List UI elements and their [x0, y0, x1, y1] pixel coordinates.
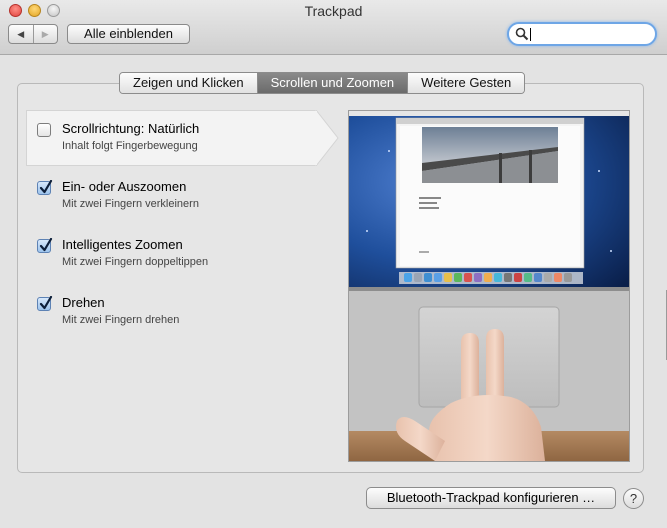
- zoom-in-out-checkbox[interactable]: [37, 180, 53, 195]
- checkmark-icon: [39, 238, 53, 252]
- checkmark-icon: [39, 296, 53, 310]
- window-title: Trackpad: [304, 3, 363, 19]
- option-subtitle: Inhalt folgt Fingerbewegung: [62, 140, 198, 152]
- text-caret: [530, 28, 531, 41]
- option-title: Ein- oder Auszoomen: [62, 179, 187, 194]
- tab-bar: Zeigen und Klicken Scrollen und Zoomen W…: [119, 72, 526, 94]
- back-button[interactable]: ◀: [9, 25, 33, 43]
- checkmark-icon: [39, 180, 53, 194]
- forward-button[interactable]: ▶: [32, 25, 58, 43]
- option-title: Scrollrichtung: Natürlich: [62, 121, 200, 136]
- help-button[interactable]: ?: [623, 488, 644, 509]
- option-subtitle: Mit zwei Fingern doppeltippen: [62, 256, 209, 268]
- search-icon: [515, 27, 529, 41]
- option-subtitle: Mit zwei Fingern verkleinern: [62, 198, 199, 210]
- back-forward-control: ◀ ▶: [8, 24, 58, 44]
- tab-scrollen-und-zoomen[interactable]: Scrollen und Zoomen: [256, 73, 408, 93]
- tab-zeigen-und-klicken[interactable]: Zeigen und Klicken: [120, 73, 257, 93]
- show-all-button[interactable]: Alle einblenden: [67, 24, 190, 44]
- search-input[interactable]: [507, 22, 657, 46]
- option-title: Drehen: [62, 295, 105, 310]
- option-title: Intelligentes Zoomen: [62, 237, 183, 252]
- gesture-preview-image: [349, 111, 629, 461]
- tab-weitere-gesten[interactable]: Weitere Gesten: [407, 73, 525, 93]
- window-toolbar: Trackpad ◀ ▶ Alle einblenden: [0, 0, 667, 55]
- scroll-direction-checkbox[interactable]: [37, 123, 51, 137]
- rotate-checkbox[interactable]: [37, 296, 53, 311]
- smart-zoom-checkbox[interactable]: [37, 238, 53, 253]
- selection-arrow: [315, 110, 339, 166]
- gesture-preview-video: [348, 110, 630, 462]
- bluetooth-trackpad-button[interactable]: Bluetooth-Trackpad konfigurieren …: [366, 487, 616, 509]
- selected-option-highlight: [26, 110, 316, 166]
- option-subtitle: Mit zwei Fingern drehen: [62, 314, 180, 326]
